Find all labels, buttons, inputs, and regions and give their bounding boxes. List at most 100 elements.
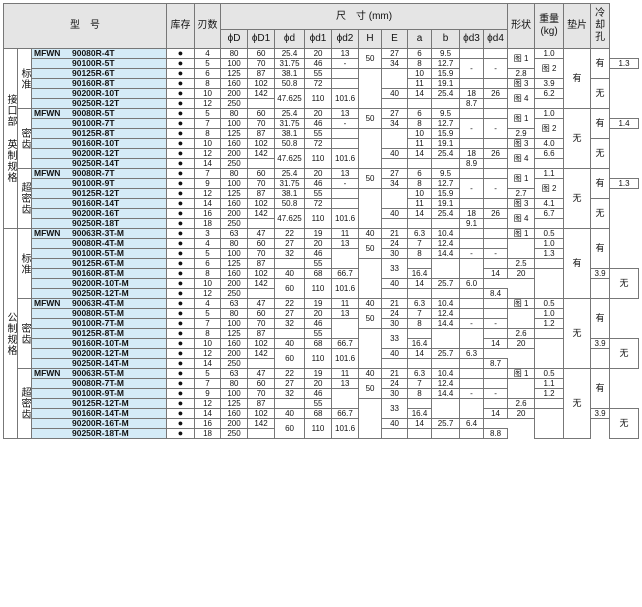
phid2-cell: [331, 68, 360, 79]
stock-dot: ●: [166, 148, 196, 159]
phid2-cell: -: [331, 178, 360, 189]
phiD1-cell: 102: [247, 408, 276, 419]
phid1-cell: 55: [304, 258, 333, 269]
phid-cell: 38.1: [274, 128, 306, 139]
shape-cell: 图 1: [507, 228, 536, 239]
phiD1-cell: [247, 358, 276, 369]
phid3-cell: -: [459, 388, 485, 399]
H-cell: 40: [358, 228, 383, 239]
table-row: 90125R-8T-M ● 8 125 87 55 33 2.6: [4, 328, 639, 369]
phid1-cell: 68: [304, 268, 333, 279]
E-cell: [381, 98, 409, 109]
phid1-cell: 19: [304, 368, 333, 379]
model-code: 90160R-8T: [72, 78, 115, 88]
phiD1-cell: 102: [247, 78, 276, 89]
stock-dot: ●: [166, 378, 196, 389]
teeth-cell: 10: [194, 88, 222, 99]
phid3-cell: -: [459, 248, 485, 259]
model-code: 90200R-12T-M: [72, 348, 129, 358]
b-cell: 25.7: [431, 418, 461, 429]
phid-cell: 40: [274, 338, 306, 349]
shape-cell: [483, 258, 509, 269]
H-cell: [358, 68, 383, 109]
phid2-cell: [331, 78, 360, 89]
phiD-cell: 160: [220, 268, 249, 279]
shape-cell: [483, 328, 509, 339]
teeth-cell: 14: [194, 358, 222, 369]
a-cell: 8: [407, 318, 433, 329]
phiD-cell: 250: [220, 158, 249, 169]
weight-cell: 2.7: [507, 188, 536, 199]
model-code: 90100R-7T-M: [72, 318, 124, 328]
coolant-cell: 无: [590, 198, 611, 229]
table-row: 90125R-6T-M ● 6 125 87 55 33 2.5: [4, 258, 639, 299]
table-row: 90100R-5T-M ● 5 100 70 32 46 30 8 14.4- -1.3: [4, 248, 639, 269]
model-prefix: MFWN: [34, 298, 61, 308]
model-cell: 90200R-10T-M: [30, 278, 168, 289]
stock-dot: ●: [166, 98, 196, 109]
model-cell: 90250R-14T-M: [30, 358, 168, 369]
stock-dot: ●: [166, 228, 196, 239]
model-code: 90160R-14T: [72, 198, 120, 208]
shape-cell: [534, 338, 565, 369]
phid-cell: 60: [274, 348, 306, 369]
header-E: E: [381, 29, 409, 49]
phid1-cell: 46: [304, 248, 333, 259]
phid3-cell: [459, 78, 485, 89]
phid4-cell: -: [483, 58, 509, 79]
model-cell: 90100R-7T-M: [30, 318, 168, 329]
table-row: 90080R-7T-M ● 7 80 60 27 20 13 50 24 7 12.4 1.1: [4, 378, 639, 399]
stock-dot: ●: [166, 408, 196, 419]
stock-dot: ●: [166, 368, 196, 379]
stock-dot: ●: [166, 198, 196, 209]
weight-cell: 2.6: [507, 398, 536, 409]
phid-cell: [274, 258, 306, 269]
phid-cell: [274, 398, 306, 409]
shape-cell: 图 3: [507, 138, 536, 149]
spec-table-page: 型 号 库存 刃数 尺 寸 (mm) 形状 重量 (kg) 垫片 冷却孔 ϕD …: [0, 0, 642, 607]
header-b: b: [431, 29, 461, 49]
weight-cell: 2.5: [507, 258, 536, 269]
b-cell: 10.4: [431, 368, 461, 379]
model-prefix: MFWN: [34, 228, 61, 238]
header-stock: 库存: [166, 3, 196, 49]
a-cell: 10: [407, 188, 433, 199]
phiD-cell: 125: [220, 68, 249, 79]
table-row: 90125R-12T-M ● 12 125 87 55 33 2.6: [4, 398, 639, 439]
phiD1-cell: 70: [247, 318, 276, 329]
stock-dot: ●: [166, 428, 196, 439]
table-row: 90100R-7T ● 7 100 70 31.75 46-34 8 12.7- - 图 2 1.4: [4, 118, 639, 139]
teeth-cell: 10: [194, 138, 222, 149]
a-cell: 14: [407, 208, 433, 219]
phid1-cell: 19: [304, 298, 333, 309]
teeth-cell: 5: [194, 368, 222, 379]
H-cell: 50: [358, 108, 383, 129]
phid4-cell: [483, 238, 509, 249]
model-cell: 90125R-8T: [30, 128, 168, 139]
phid3-cell: 18: [459, 148, 485, 159]
phid3-cell: [459, 378, 485, 389]
table-row: 90200R-10T ● 10 200 142 47.625 110 101.6 40 14 25.…: [4, 88, 639, 109]
stock-dot: ●: [166, 118, 196, 129]
model-prefix: MFWN: [34, 368, 61, 378]
phid-cell: 47.625: [274, 148, 306, 169]
table-row: 90160R-8T ● 8 160 102 50.8 72 11 19.1 图 3 3.9 无: [4, 78, 639, 109]
phid2-cell: 101.6: [331, 418, 360, 439]
phid-cell: 22: [274, 368, 306, 379]
coolant-cell: 有: [590, 298, 611, 339]
model-cell: 90160R-10T: [30, 138, 168, 149]
model-code: 90125R-8T-M: [72, 328, 124, 338]
model-code: 90063R-5T-M: [72, 368, 124, 378]
phiD1-cell: 70: [247, 178, 276, 189]
model-code: 90080R-5T: [72, 108, 115, 118]
weight-cell: 9.1: [459, 218, 485, 229]
model-code: 90250R-18T: [72, 218, 120, 228]
pad-cell: 有: [563, 48, 592, 109]
phiD-cell: 100: [220, 58, 249, 69]
phid-cell: 27: [274, 308, 306, 319]
weight-cell: 0.5: [534, 228, 565, 239]
model-cell: 90100R-9T: [30, 178, 168, 189]
stock-dot: ●: [166, 78, 196, 89]
b-cell: 16.4: [407, 408, 433, 419]
shape-cell: 图 2: [534, 58, 565, 79]
